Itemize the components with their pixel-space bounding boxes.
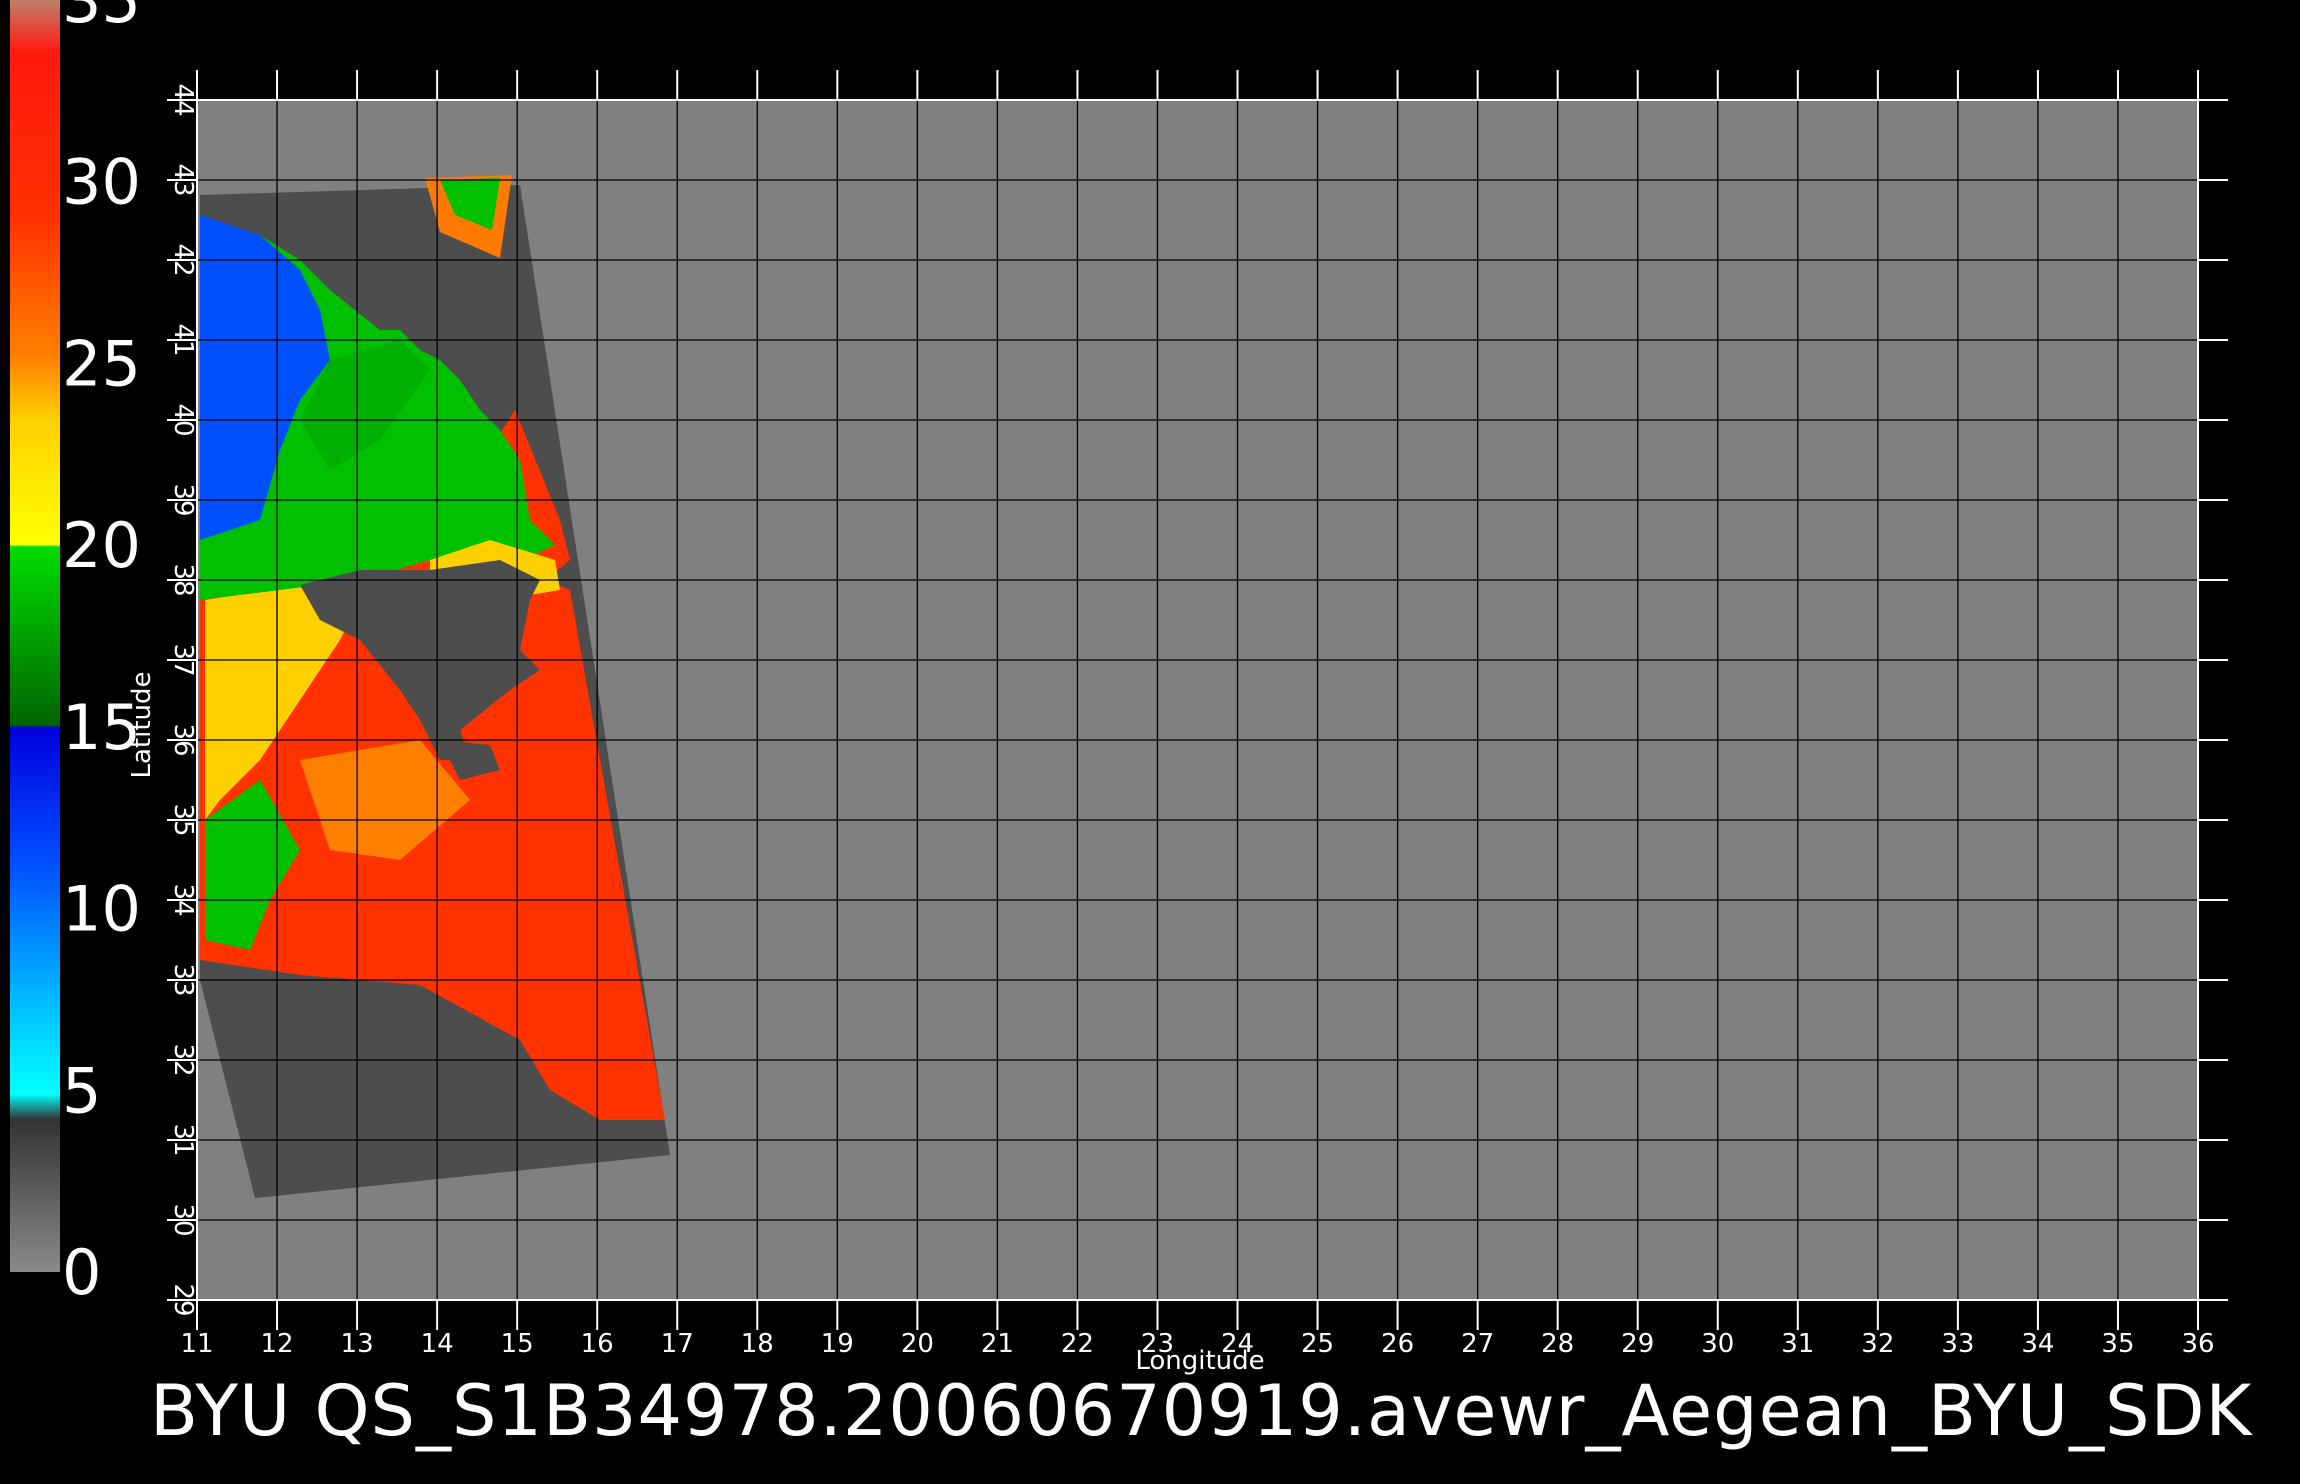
- x-tick-label: 28: [1541, 1329, 1574, 1359]
- x-tick-label: 36: [2181, 1329, 2214, 1359]
- colorbar-label: 30: [62, 146, 141, 219]
- x-tick-label: 35: [2101, 1329, 2134, 1359]
- x-tick-label: 11: [180, 1329, 213, 1359]
- x-tick-label: 21: [981, 1329, 1014, 1359]
- x-tick-label: 29: [1621, 1329, 1654, 1359]
- y-tick-label: 29: [168, 1283, 198, 1316]
- y-tick-label: 33: [168, 963, 198, 996]
- colorbar-label: 10: [62, 873, 141, 946]
- colorbar-label: 25: [62, 327, 141, 400]
- colorbar-label: 5: [62, 1054, 101, 1127]
- footer-title: BYU QS_S1B34978.20060670919.avewr_Aegean…: [150, 1370, 2253, 1452]
- x-tick-label: 30: [1701, 1329, 1734, 1359]
- x-tick-label: 34: [2021, 1329, 2054, 1359]
- x-tick-label: 13: [341, 1329, 374, 1359]
- x-tick-label: 15: [501, 1329, 534, 1359]
- colorbar-label: 35: [62, 0, 141, 37]
- x-tick-label: 27: [1461, 1329, 1494, 1359]
- colorbar-labels: 05101520253035: [62, 0, 141, 1309]
- colorbar: [10, 0, 60, 1272]
- y-tick-label: 30: [168, 1203, 198, 1236]
- colorbar-label: 0: [62, 1236, 101, 1309]
- y-tick-label: 34: [168, 883, 198, 916]
- x-tick-label: 33: [1941, 1329, 1974, 1359]
- x-tick-label: 14: [421, 1329, 454, 1359]
- map-canvas: 05101520253035 11 12 13 14 15 16 17 18 19: [10, 0, 2228, 1376]
- y-tick-label: 35: [168, 803, 198, 836]
- x-tick-label: 17: [661, 1329, 694, 1359]
- y-tick-label: 39: [168, 483, 198, 516]
- y-tick-label: 40: [168, 403, 198, 436]
- x-tick-label: 18: [741, 1329, 774, 1359]
- x-tick-label: 19: [821, 1329, 854, 1359]
- colorbar-label: 20: [62, 509, 141, 582]
- y-tick-label: 38: [168, 563, 198, 596]
- y-tick-label: 43: [168, 163, 198, 196]
- x-tick-label: 22: [1061, 1329, 1094, 1359]
- y-tick-label: 37: [168, 643, 198, 676]
- x-tick-label: 32: [1861, 1329, 1894, 1359]
- map-figure: 0 5 10 15 20 25 30 35 11 12 13 14 15 16 17 18 19: [0, 0, 2300, 1480]
- x-tick-label: 25: [1301, 1329, 1334, 1359]
- y-tick-label: 36: [168, 723, 198, 756]
- x-tick-label: 26: [1381, 1329, 1414, 1359]
- x-tick-label: 16: [581, 1329, 614, 1359]
- y-tick-label: 32: [168, 1043, 198, 1076]
- y-axis-label: Latitude: [127, 671, 157, 778]
- x-tick-label: 31: [1781, 1329, 1814, 1359]
- y-tick-label: 44: [168, 83, 198, 116]
- y-tick-label: 31: [168, 1123, 198, 1156]
- y-tick-labels: 29 30 31 32 33 34 35 36 37 38 39 40 41 42 43 44: [168, 83, 198, 1316]
- x-tick-label: 12: [260, 1329, 293, 1359]
- y-tick-label: 42: [168, 243, 198, 276]
- y-tick-label: 41: [168, 323, 198, 356]
- x-tick-label: 20: [901, 1329, 934, 1359]
